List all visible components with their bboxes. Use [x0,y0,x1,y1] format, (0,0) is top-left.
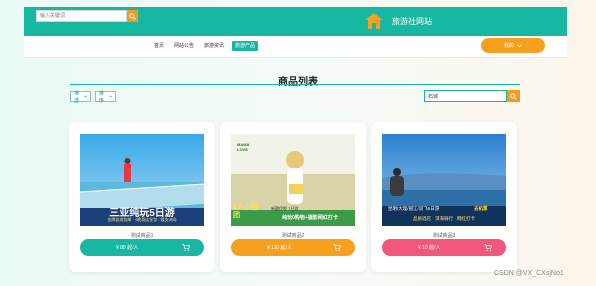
nav-item-products[interactable]: 旅游产品 [232,41,259,51]
title-divider [70,84,520,85]
price-bar[interactable]: ¥ 110 起/人 [231,239,355,256]
header-search-button[interactable] [127,10,138,22]
product-search-input[interactable] [424,90,507,102]
page: 旅游社网站 首页 网站公告 旅游资讯 旅游产品 我的 商品列表 筛选 排序 [0,0,596,286]
product-description: 测试商品3 [432,233,456,239]
product-image-headline: 纯玩0购物+摄影网红打卡 [282,215,338,221]
cart-icon[interactable] [333,244,341,251]
product-price: ¥ 110 起/人 [267,245,292,251]
yunnan-tour-image [382,134,506,226]
product-image[interactable]: 昆明/大理/丽江/双飞6日游 去机票 品质酒店 · 洱海骑行 · 网红打卡 [382,134,506,226]
header-search-input[interactable] [36,10,127,22]
product-card[interactable]: 三亚纯玩5日游 金牌自选包邮 · 4晚酒店全包 · 蜈支洲岛 测试商品1 ¥ 8… [69,122,215,272]
user-menu-label: 我的 [503,43,514,49]
product-description: 测试商品1 [130,233,154,239]
page-title: 商品列表 [278,77,318,88]
product-image-brand: MAMA LOVE [237,142,250,152]
nav-item-announcements[interactable]: 网站公告 [172,41,196,51]
product-image-subline: 品质酒店 · 洱海骑行 · 网红打卡 [413,216,475,221]
product-image-badge: 6人小包团 [233,204,258,219]
search-icon [510,92,517,100]
chevron-down-icon [517,43,522,47]
product-image-subline: 金牌自选包邮 · 4晚酒店全包 · 蜈支洲岛 [107,217,177,222]
search-icon [129,12,136,20]
filter-label: 筛选 [74,90,80,104]
sort-label: 排序 [99,90,105,104]
product-search-button[interactable] [507,90,520,102]
product-card[interactable]: 昆明/大理/丽江/双飞6日游 去机票 品质酒店 · 洱海骑行 · 网红打卡 测试… [371,122,517,272]
product-price: ¥ 10 起/人 [418,245,441,251]
price-bar[interactable]: ¥ 88 起/人 [80,239,204,256]
product-price: ¥ 88 起/人 [116,245,139,251]
cart-icon[interactable] [484,244,492,251]
user-menu-button[interactable]: 我的 [481,38,545,53]
site-title: 旅游社网站 [392,17,432,26]
product-image[interactable]: 三亚纯玩5日游 金牌自选包邮 · 4晚酒店全包 · 蜈支洲岛 [80,134,204,226]
product-image-subline: 新疆伊犁 7日游 [271,206,299,211]
product-image-headline: 昆明/大理/丽江/双飞6日游 [388,206,440,211]
nav-item-home[interactable]: 首页 [152,41,166,51]
product-image-tag: 去机票 [474,206,488,211]
chevron-down-icon [83,95,87,98]
cart-icon[interactable] [182,244,190,251]
product-image[interactable]: MAMA LOVE 6人小包团 新疆伊犁 7日游 纯玩0购物+摄影网红打卡 [231,134,355,226]
watermark: CSDN @VX_CXsjNo1 [494,270,564,277]
filter-dropdown[interactable]: 筛选 [70,90,91,104]
nav-item-news[interactable]: 旅游资讯 [202,41,226,51]
header-search [36,10,138,22]
product-description: 测试商品2 [281,233,305,239]
main-nav: 首页 网站公告 旅游资讯 旅游产品 [152,41,259,51]
house-logo-icon [365,13,383,29]
chevron-down-icon [108,95,112,98]
price-bar[interactable]: ¥ 10 起/人 [382,239,506,256]
sort-dropdown[interactable]: 排序 [95,90,116,104]
product-search [424,90,520,102]
product-card[interactable]: MAMA LOVE 6人小包团 新疆伊犁 7日游 纯玩0购物+摄影网红打卡 测试… [220,122,366,272]
